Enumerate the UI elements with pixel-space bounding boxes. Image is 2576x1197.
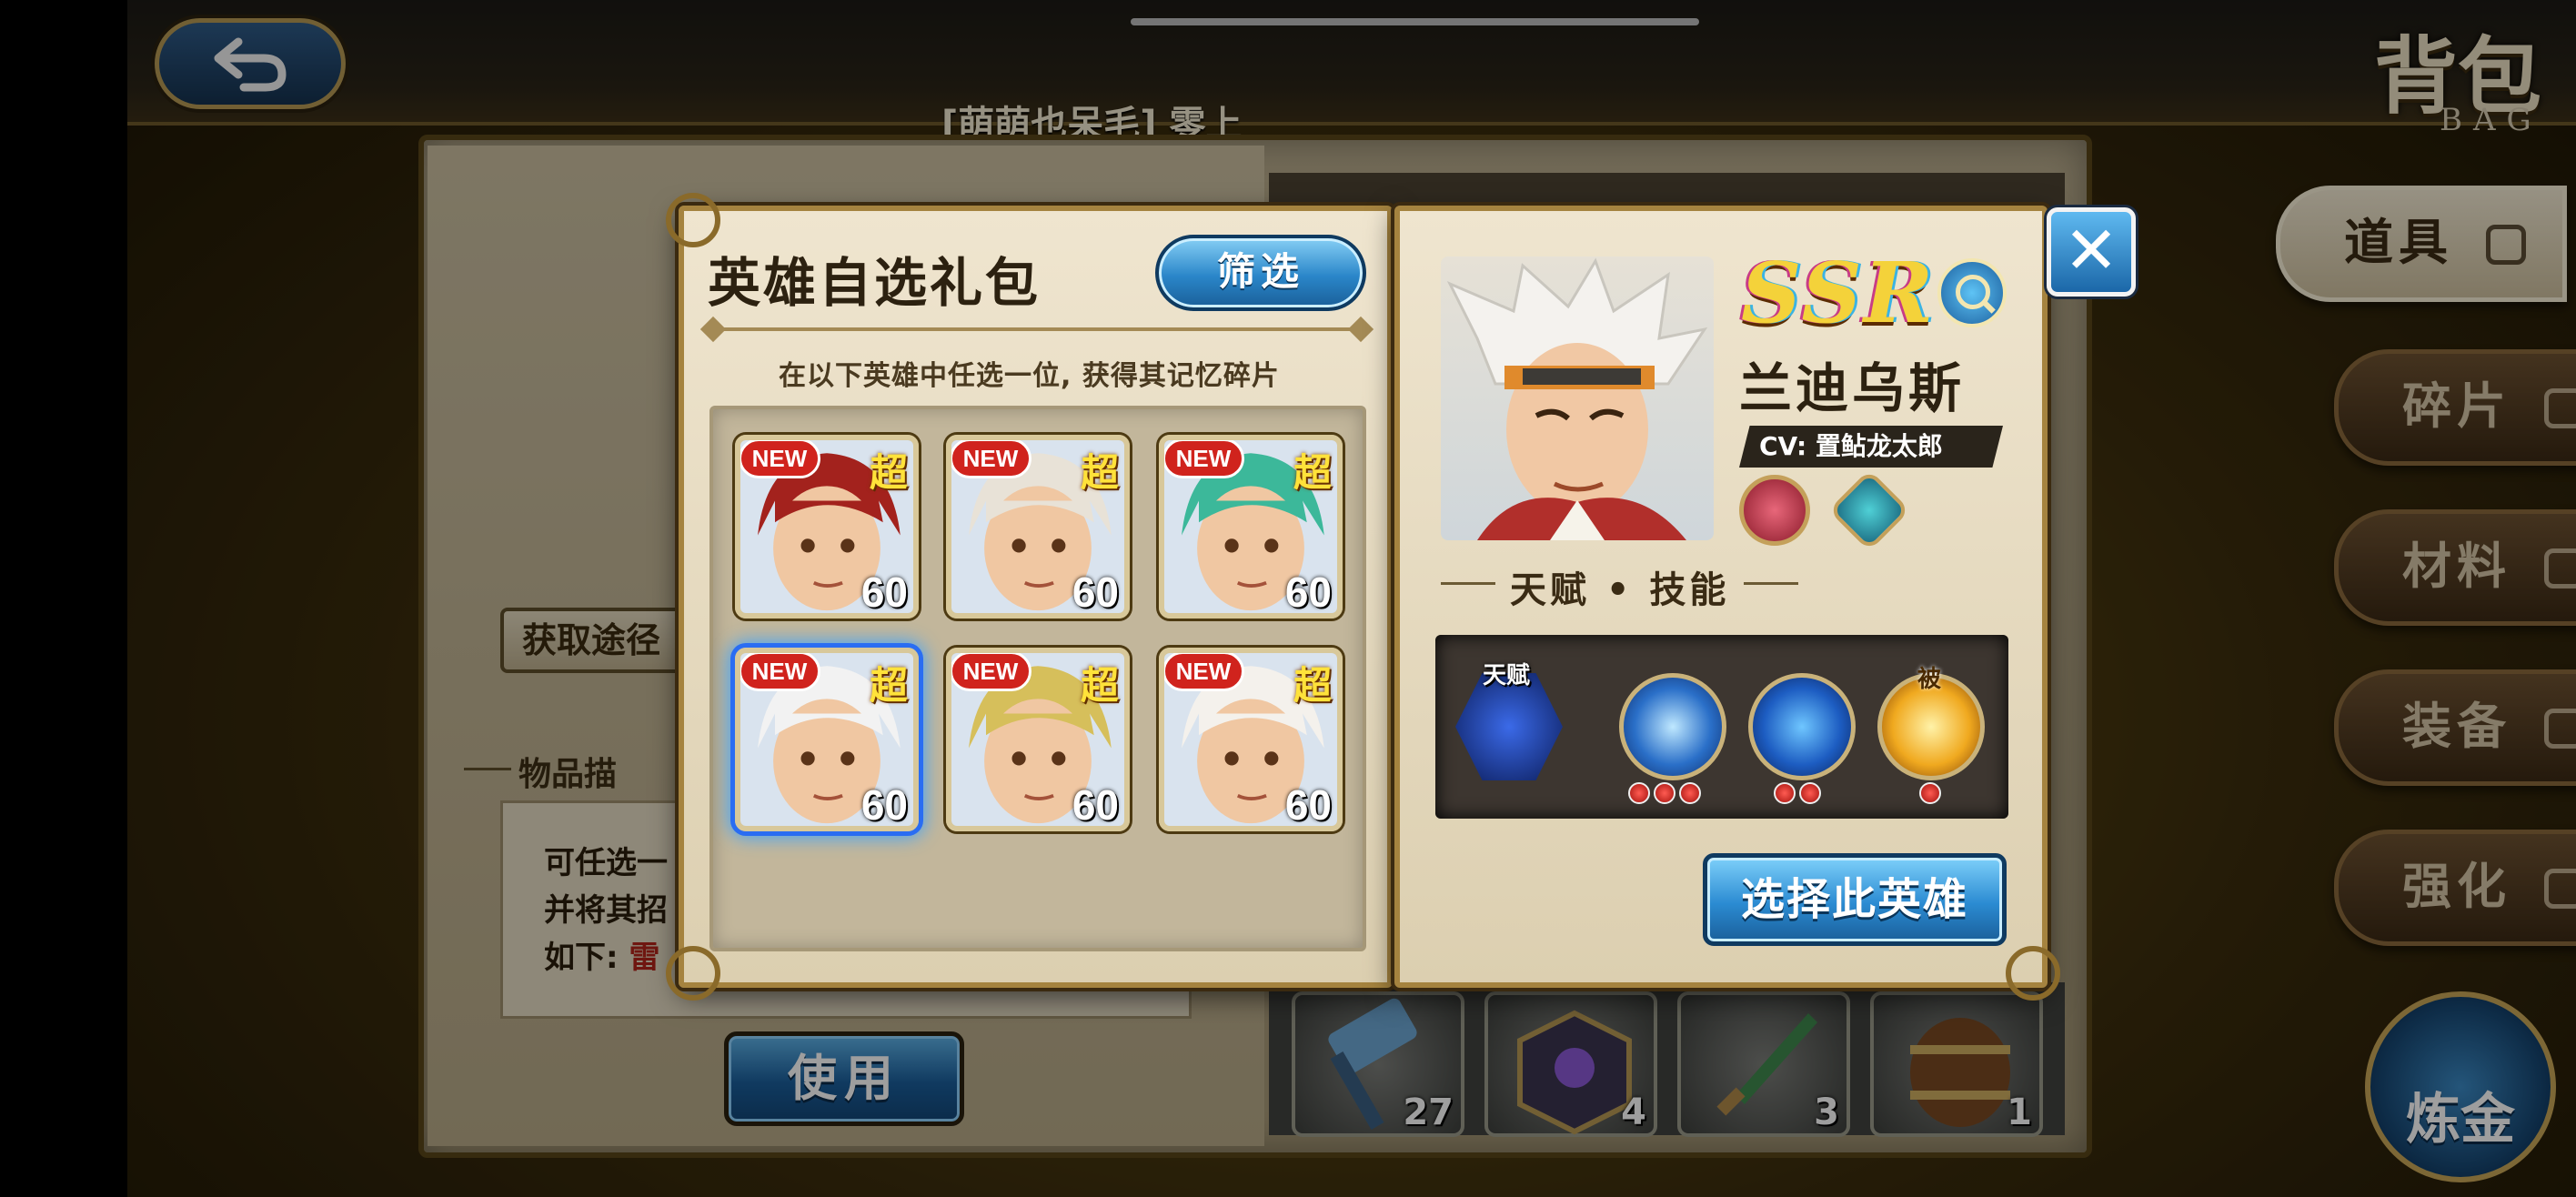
attack-type-icon[interactable] <box>1739 475 1810 546</box>
pack-title: 英雄自选礼包 <box>708 252 1041 314</box>
ornament-corner <box>666 946 720 1001</box>
hero-level: 60 <box>1072 568 1119 616</box>
skill-1-level-dots <box>1628 782 1701 804</box>
hero-portrait-image <box>1446 257 1708 540</box>
passive-tag: 被 <box>1917 666 1942 693</box>
pack-subtitle: 在以下英雄中任选一位, 获得其记忆碎片 <box>779 360 1280 392</box>
hero-level: 60 <box>1072 781 1119 829</box>
hero-portrait <box>1441 256 1714 540</box>
title-divider <box>709 327 1364 331</box>
skill-2-level-dots <box>1774 782 1821 804</box>
new-badge: NEW <box>951 440 1031 478</box>
rank-badge: 超 <box>1080 450 1119 495</box>
new-badge: NEW <box>951 653 1031 691</box>
rank-badge: 超 <box>1293 663 1332 708</box>
hero-card[interactable]: NEW 超 60 <box>1159 648 1343 831</box>
filter-button[interactable]: 筛选 <box>1155 235 1366 311</box>
new-badge: NEW <box>1164 440 1244 478</box>
close-button[interactable]: ✕ <box>2047 207 2136 297</box>
skill-level-dot <box>1679 782 1701 804</box>
rank-badge: 超 <box>1293 450 1332 495</box>
close-icon: ✕ <box>2063 212 2119 288</box>
new-badge: NEW <box>1164 653 1244 691</box>
ornament-corner <box>666 193 720 247</box>
hero-card[interactable]: NEW 超 60 <box>946 435 1130 619</box>
ornament-corner <box>2006 946 2060 1001</box>
hero-card[interactable]: NEW 超 60 <box>735 435 919 619</box>
skill-level-dot <box>1919 782 1941 804</box>
skill-1-icon[interactable] <box>1619 673 1726 780</box>
skill-2-icon[interactable] <box>1748 673 1856 780</box>
new-badge: NEW <box>740 440 820 478</box>
rank-badge: 超 <box>869 450 908 495</box>
hero-card[interactable]: NEW 超 60 <box>1159 435 1343 619</box>
rarity-label: SSR <box>1741 244 1936 342</box>
hero-level: 60 <box>1284 781 1332 829</box>
hero-name: 兰迪乌斯 <box>1739 357 1966 419</box>
hero-level: 60 <box>1284 568 1332 616</box>
skill-3-level-dots <box>1919 782 1941 804</box>
hero-level: 60 <box>860 781 908 829</box>
skill-level-dot <box>1799 782 1821 804</box>
rank-badge: 超 <box>869 663 908 708</box>
rank-badge: 超 <box>1080 663 1119 708</box>
select-hero-button[interactable]: 选择此英雄 <box>1703 853 2007 946</box>
hero-card[interactable]: NEW 超 60 <box>946 648 1130 831</box>
new-badge: NEW <box>740 653 820 691</box>
hero-level: 60 <box>860 568 908 616</box>
skill-level-dot <box>1654 782 1675 804</box>
skill-level-dot <box>1774 782 1796 804</box>
magnifier-icon[interactable] <box>1937 258 2007 327</box>
voice-actor-tag: CV: 置鲇龙太郎 <box>1739 426 2003 468</box>
hero-card[interactable]: NEW 超 60 <box>735 648 919 831</box>
talent-tag: 天赋 <box>1483 662 1531 689</box>
skill-level-dot <box>1628 782 1650 804</box>
skills-heading: 天赋 • 技能 <box>1440 560 1799 613</box>
